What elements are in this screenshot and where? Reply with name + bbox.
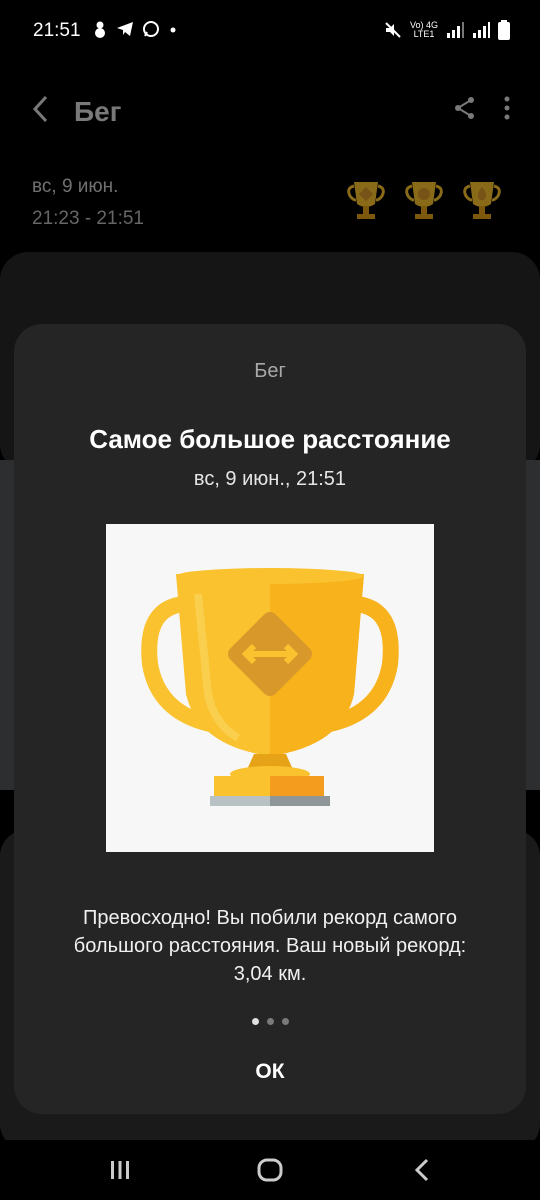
app-actions — [454, 96, 510, 120]
back-icon — [414, 1158, 429, 1182]
recents-button[interactable] — [100, 1154, 140, 1186]
session-date: вс, 9 июн. — [32, 176, 119, 197]
battery-icon — [498, 20, 510, 40]
more-vert-icon[interactable] — [504, 96, 510, 120]
signal-icon-2 — [473, 22, 490, 38]
achievement-dialog: Бег Самое большое расстояние вс, 9 июн.,… — [14, 324, 526, 1114]
home-icon — [257, 1158, 283, 1182]
trophy-duration-icon[interactable] — [402, 178, 446, 222]
dialog-message: Превосходно! Вы побили рекорд самого бол… — [73, 907, 467, 985]
session-info: вс, 9 июн. 21:23 - 21:51 — [32, 176, 144, 230]
trophy-distance-icon — [141, 568, 399, 806]
share-icon[interactable] — [454, 96, 476, 120]
page-indicator — [14, 1018, 526, 1025]
signal-icon — [447, 22, 464, 38]
mute-icon — [385, 22, 401, 38]
back-nav-button[interactable] — [402, 1154, 442, 1186]
notification-icons — [92, 20, 178, 38]
dialog-title: Самое большое расстояние — [89, 424, 451, 454]
page-dot — [281, 1018, 289, 1025]
app-bar: Бег — [0, 82, 540, 138]
ok-button[interactable]: ОК — [220, 1048, 320, 1096]
telegram-icon — [117, 22, 133, 36]
snowman-icon — [95, 21, 105, 38]
navigation-bar — [0, 1140, 540, 1200]
dialog-date: вс, 9 июн., 21:51 — [193, 468, 347, 490]
system-status-icons: Vo) 4G LTE1 — [384, 20, 510, 40]
app-title: Бег — [74, 96, 122, 127]
trophy-distance-icon[interactable] — [344, 178, 388, 222]
session-time: 21:23 - 21:51 — [32, 208, 144, 229]
dialog-category: Бег — [254, 360, 286, 382]
status-bar: 21:51 Vo) 4G LTE1 — [0, 0, 540, 64]
page-dot-active — [251, 1018, 259, 1025]
trophy-calories-icon[interactable] — [460, 178, 504, 222]
home-button[interactable] — [250, 1154, 290, 1186]
status-time: 21:51 — [33, 20, 81, 41]
trophy-row — [344, 178, 504, 222]
page-dot — [266, 1018, 274, 1025]
trophy-image — [106, 524, 434, 852]
dot-icon — [170, 27, 176, 33]
back-button[interactable] — [30, 94, 50, 132]
chevron-left-icon — [32, 95, 48, 123]
whatsapp-icon — [143, 21, 159, 37]
network-type: Vo) 4G LTE1 — [409, 20, 438, 39]
recents-icon — [111, 1161, 129, 1179]
